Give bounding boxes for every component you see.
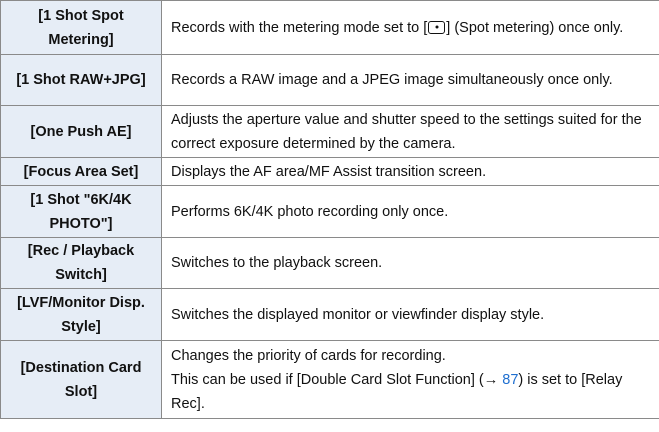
description-text: Records with the metering mode set to [ (171, 19, 428, 36)
function-name: [Focus Area Set] (0, 157, 162, 186)
description-text: ] (Spot metering) once only. (446, 19, 624, 36)
table-row: [Focus Area Set] Displays the AF area/MF… (0, 157, 659, 186)
function-name: [1 Shot RAW+JPG] (0, 54, 162, 106)
table-row: [1 Shot "6K/4K PHOTO"] Performs 6K/4K ph… (0, 185, 659, 238)
function-name: [LVF/Monitor Disp. Style] (0, 288, 162, 341)
page-reference-link[interactable]: 87 (502, 372, 518, 388)
function-description: Performs 6K/4K photo recording only once… (161, 185, 659, 238)
function-name: [1 Shot "6K/4K PHOTO"] (0, 185, 162, 238)
function-name: [One Push AE] (0, 105, 162, 158)
function-description: Adjusts the aperture value and shutter s… (161, 105, 659, 158)
function-table: [1 Shot Spot Metering] Records with the … (0, 0, 659, 419)
description-line: This can be used if [Double Card Slot Fu… (171, 368, 650, 416)
function-name: [Destination Card Slot] (0, 340, 162, 419)
table-row: [1 Shot Spot Metering] Records with the … (0, 0, 659, 55)
table-row: [1 Shot RAW+JPG] Records a RAW image and… (0, 54, 659, 106)
table-row: [LVF/Monitor Disp. Style] Switches the d… (0, 288, 659, 341)
description-line: Changes the priority of cards for record… (171, 347, 446, 364)
description-text: This can be used if [Double Card Slot Fu… (171, 371, 503, 388)
function-description: Records a RAW image and a JPEG image sim… (161, 54, 659, 106)
table-row: [Rec / Playback Switch] Switches to the … (0, 237, 659, 289)
function-description: Records with the metering mode set to []… (161, 0, 659, 55)
function-name: [1 Shot Spot Metering] (0, 0, 162, 55)
function-description: Changes the priority of cards for record… (161, 340, 659, 419)
function-description: Switches the displayed monitor or viewfi… (161, 288, 659, 341)
function-description: Displays the AF area/MF Assist transitio… (161, 157, 659, 186)
spot-metering-icon (428, 20, 446, 34)
table-row: [One Push AE] Adjusts the aperture value… (0, 105, 659, 158)
function-name: [Rec / Playback Switch] (0, 237, 162, 289)
table-row: [Destination Card Slot] Changes the prio… (0, 340, 659, 419)
function-description: Switches to the playback screen. (161, 237, 659, 289)
